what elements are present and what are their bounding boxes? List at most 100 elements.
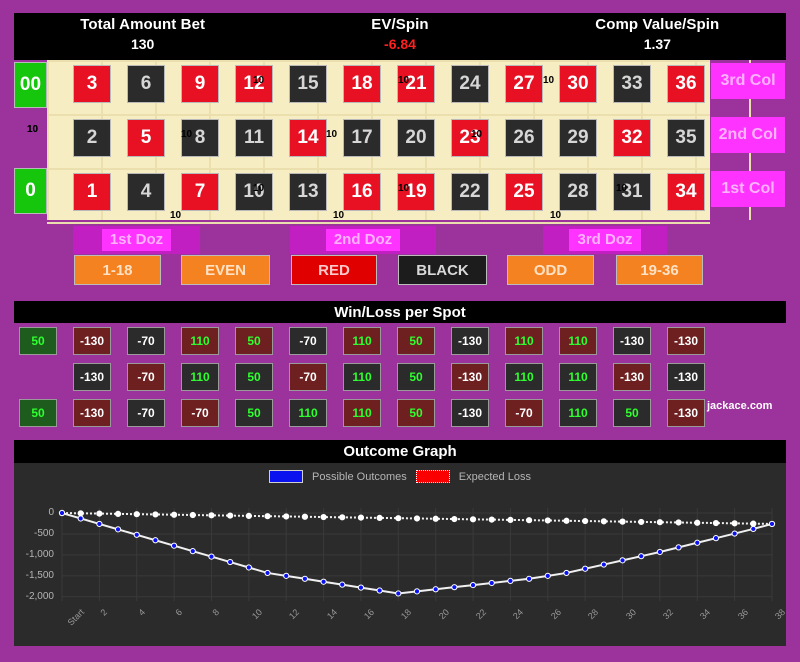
number-cell-14[interactable]: 14 — [289, 119, 327, 157]
number-cell-29[interactable]: 29 — [559, 119, 597, 157]
outside-bet-black[interactable]: BLACK — [398, 255, 487, 285]
winloss-value: -130 — [673, 406, 699, 420]
column-button-1[interactable]: 1st Col — [711, 171, 785, 207]
winloss-cell: -130 — [667, 363, 705, 391]
winloss-value: 50 — [409, 406, 423, 420]
number-cell-25[interactable]: 25 — [505, 173, 543, 211]
outside-bet-even[interactable]: EVEN — [181, 255, 270, 285]
number-cell-6[interactable]: 6 — [127, 65, 165, 103]
number-cell-33[interactable]: 33 — [613, 65, 651, 103]
dozen-button-3[interactable]: 3rd Doz — [543, 226, 667, 254]
bet-chip[interactable]: 10 — [543, 76, 554, 86]
bet-chip[interactable]: 10 — [170, 211, 181, 221]
number-cell-23[interactable]: 23 — [451, 119, 489, 157]
felt-hline — [47, 168, 710, 170]
number-cell-5[interactable]: 5 — [127, 119, 165, 157]
winloss-cell: 110 — [181, 327, 219, 355]
winloss-value: -70 — [137, 370, 155, 384]
bet-chip[interactable]: 10 — [253, 184, 264, 194]
y-tick-label: 0 — [48, 507, 54, 519]
winloss-value: -130 — [79, 334, 105, 348]
legend-swatch-possible-outcomes — [269, 470, 304, 483]
number-cell-35[interactable]: 35 — [667, 119, 705, 157]
winloss-value: -130 — [457, 370, 483, 384]
outside-bet-odd[interactable]: ODD — [507, 255, 594, 285]
number-cell-32[interactable]: 32 — [613, 119, 651, 157]
number-cell-27[interactable]: 27 — [505, 65, 543, 103]
outside-bet-red[interactable]: RED — [291, 255, 377, 285]
winloss-cell: 110 — [289, 399, 327, 427]
winloss-value: -70 — [137, 334, 155, 348]
bet-chip[interactable]: 10 — [398, 184, 409, 194]
winloss-value: 110 — [514, 334, 534, 348]
winloss-cell: -130 — [73, 399, 111, 427]
chart-legend: Possible Outcomes Expected Loss — [14, 470, 786, 483]
winloss-cell: 110 — [559, 363, 597, 391]
outside-bet-1-18[interactable]: 1-18 — [74, 255, 161, 285]
number-cell-15[interactable]: 15 — [289, 65, 327, 103]
number-cell-11[interactable]: 11 — [235, 119, 273, 157]
outside-bet-19-36[interactable]: 19-36 — [616, 255, 703, 285]
winloss-value: 110 — [514, 370, 534, 384]
bet-chip[interactable]: 10 — [181, 130, 192, 140]
bet-chip[interactable]: 10 — [27, 125, 38, 135]
y-tick-label: -1,000 — [25, 548, 54, 560]
dozen-button-1[interactable]: 1st Doz — [73, 226, 200, 254]
winloss-cell: -130 — [613, 327, 651, 355]
winloss-value: -130 — [673, 370, 699, 384]
winloss-cell-zero: 50 — [19, 327, 57, 355]
bet-chip[interactable]: 10 — [333, 211, 344, 221]
winloss-cell: 110 — [343, 399, 381, 427]
winloss-value: -70 — [137, 406, 155, 420]
winloss-title: Win/Loss per Spot — [334, 303, 466, 321]
winloss-value: 50 — [247, 406, 261, 420]
number-cell-36[interactable]: 36 — [667, 65, 705, 103]
number-cell-22[interactable]: 22 — [451, 173, 489, 211]
number-cell-34[interactable]: 34 — [667, 173, 705, 211]
number-cell-30[interactable]: 30 — [559, 65, 597, 103]
winloss-value: 110 — [568, 334, 588, 348]
stat-label-total-bet: Total Amount Bet — [14, 13, 271, 33]
zero-cell-0[interactable]: 0 — [14, 168, 47, 214]
number-cell-24[interactable]: 24 — [451, 65, 489, 103]
bet-chip[interactable]: 10 — [398, 76, 409, 86]
number-cell-3[interactable]: 3 — [73, 65, 111, 103]
legend-swatch-expected-loss — [415, 470, 450, 483]
number-cell-9[interactable]: 9 — [181, 65, 219, 103]
bet-chip[interactable]: 10 — [253, 76, 264, 86]
number-cell-17[interactable]: 17 — [343, 119, 381, 157]
number-cell-16[interactable]: 16 — [343, 173, 381, 211]
y-tick-label: -1,500 — [25, 569, 54, 581]
number-cell-13[interactable]: 13 — [289, 173, 327, 211]
number-cell-1[interactable]: 1 — [73, 173, 111, 211]
bet-chip[interactable]: 10 — [550, 211, 561, 221]
felt-hline — [47, 60, 710, 62]
number-cell-26[interactable]: 26 — [505, 119, 543, 157]
number-cell-28[interactable]: 28 — [559, 173, 597, 211]
number-cell-7[interactable]: 7 — [181, 173, 219, 211]
comp-label: Comp Value/Spin — [595, 16, 720, 33]
column-button-2[interactable]: 2nd Col — [711, 117, 785, 153]
number-cell-4[interactable]: 4 — [127, 173, 165, 211]
winloss-cell: -70 — [127, 399, 165, 427]
dozen-button-2[interactable]: 2nd Doz — [290, 226, 436, 254]
ev-value: -6.84 — [384, 36, 416, 52]
bet-chip[interactable]: 10 — [616, 184, 627, 194]
winloss-cell: 110 — [181, 363, 219, 391]
winloss-value: 50 — [247, 370, 261, 384]
bet-chip[interactable]: 10 — [471, 130, 482, 140]
stats-panel: Total Amount Bet EV/Spin Comp Value/Spin… — [14, 13, 786, 60]
bet-chip[interactable]: 10 — [326, 130, 337, 140]
winloss-cell: -70 — [505, 399, 543, 427]
number-cell-20[interactable]: 20 — [397, 119, 435, 157]
winloss-value: 110 — [190, 370, 210, 384]
stat-label-comp: Comp Value/Spin — [529, 13, 786, 33]
column-button-3[interactable]: 3rd Col — [711, 63, 785, 99]
number-cell-18[interactable]: 18 — [343, 65, 381, 103]
winloss-value: 50 — [625, 406, 639, 420]
zero-cell-00[interactable]: 00 — [14, 62, 47, 108]
winloss-cell: 110 — [559, 327, 597, 355]
winloss-value: -130 — [619, 334, 645, 348]
number-cell-2[interactable]: 2 — [73, 119, 111, 157]
legend-label-expected-loss: Expected Loss — [458, 470, 531, 483]
